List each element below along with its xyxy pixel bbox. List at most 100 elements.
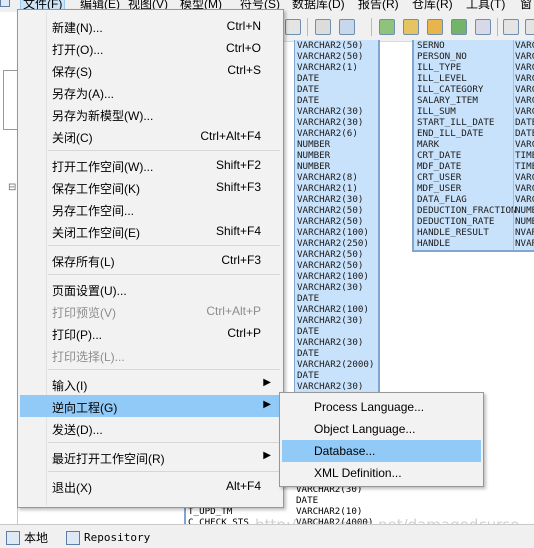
- submenu-item-object-language[interactable]: Object Language...: [282, 418, 481, 440]
- menu-item-open-workspace[interactable]: 打开工作空间(W)... Shift+F2: [20, 154, 281, 176]
- column-name: MDF_USER: [417, 183, 462, 194]
- column-name: MARK: [417, 139, 440, 150]
- column-type: VARCHAR2(2000): [297, 359, 375, 370]
- submenu-arrow-icon: ▶: [263, 399, 271, 410]
- menu-separator: [48, 150, 280, 151]
- menu-item-close-workspace[interactable]: 关闭工作空间(E) Shift+F4: [20, 220, 281, 242]
- menu-item-print[interactable]: 打印(P)... Ctrl+P: [20, 322, 281, 344]
- menu-item-label: 打印选择(L)...: [52, 350, 125, 364]
- column-type: VARCHAR2: [515, 51, 534, 62]
- paste-icon[interactable]: [525, 19, 534, 35]
- column-type: VARCHAR2(250): [297, 238, 369, 249]
- column-type: NVARCHAR2: [515, 227, 534, 238]
- column-type: DATE: [297, 95, 320, 106]
- arrow-icon[interactable]: [285, 19, 301, 35]
- copy-icon[interactable]: [503, 19, 519, 35]
- menu-item-save-all[interactable]: 保存所有(L) Ctrl+F3: [20, 249, 281, 271]
- table-icon[interactable]: [379, 19, 395, 35]
- menu-item-exit[interactable]: 退出(X) Alt+F4: [20, 475, 281, 497]
- menu-item-send[interactable]: 发送(D)...: [20, 417, 281, 439]
- folder-lock-icon[interactable]: [403, 19, 419, 35]
- submenu-arrow-icon: ▶: [263, 450, 271, 461]
- column-type: VARCHAR2(50): [297, 249, 364, 260]
- menu-item-page-setup[interactable]: 页面设置(U)...: [20, 278, 281, 300]
- menu-item-reverse-engineer[interactable]: 逆向工程(G) ▶: [20, 395, 281, 417]
- column-name: ILL_CATEGORY: [417, 84, 484, 95]
- menu-item-label: XML Definition...: [314, 466, 402, 480]
- column-name: START_ILL_DATE: [417, 117, 495, 128]
- toolbar-separator: [497, 18, 498, 36]
- menu-item-label: 另存为新模型(W)...: [52, 109, 154, 123]
- column-type: VARCHAR2(6): [297, 128, 358, 139]
- column-type: VARCHAR2(30): [297, 194, 364, 205]
- menu-item-label: 逆向工程(G): [52, 401, 118, 415]
- column-type: DATE: [297, 293, 320, 304]
- window-icon: [0, 0, 10, 7]
- column-type: VARCHAR2: [515, 62, 534, 73]
- column-type: NUMBER: [515, 205, 534, 216]
- menu-separator: [48, 471, 280, 472]
- column-name: CRT_USER: [417, 172, 462, 183]
- column-name: ILL_LEVEL: [417, 73, 467, 84]
- column-type: NUMBER: [297, 139, 331, 150]
- column-type: DATE: [297, 73, 320, 84]
- menu-database[interactable]: 数据库(D): [292, 0, 345, 12]
- menu-item-open[interactable]: 打开(O)... Ctrl+O: [20, 37, 281, 59]
- local-icon: [6, 530, 20, 545]
- toolbar: [283, 12, 534, 42]
- submenu-item-database[interactable]: Database...: [282, 440, 481, 462]
- tree-view: [3, 70, 17, 130]
- column-type: VARCHAR2(1): [297, 62, 358, 73]
- repository-icon: [66, 530, 80, 545]
- refresh-icon[interactable]: [451, 19, 467, 35]
- reverse-engineer-submenu: Process Language... Object Language... D…: [279, 392, 484, 487]
- database-icon[interactable]: [339, 19, 355, 35]
- menu-item-save-as[interactable]: 另存为(A)...: [20, 81, 281, 103]
- menu-window[interactable]: 窗: [520, 0, 532, 12]
- column-type: DATE: [296, 495, 319, 506]
- menu-item-label: 打开工作空间(W)...: [52, 160, 154, 174]
- menu-item-label: Object Language...: [314, 422, 416, 436]
- package-icon[interactable]: [427, 19, 443, 35]
- column-type: VARCHAR2: [515, 40, 534, 51]
- column-name: HANDLE: [417, 238, 451, 249]
- menu-item-save[interactable]: 保存(S) Ctrl+S: [20, 59, 281, 81]
- column-type: NUMBER: [297, 150, 331, 161]
- menu-item-shortcut: Ctrl+S: [227, 63, 261, 77]
- column-type: VARCHAR2(50): [297, 260, 364, 271]
- column-type: VARCHAR2(100): [297, 227, 369, 238]
- menu-item-shortcut: Shift+F2: [215, 158, 261, 172]
- menu-item-label: 保存所有(L): [52, 255, 115, 269]
- entity-table-2[interactable]: SERNO PERSON_NO ILL_TYPE ILL_LEVEL ILL_CATEG…: [412, 40, 534, 252]
- menu-item-close[interactable]: 关闭(C) Ctrl+Alt+F4: [20, 125, 281, 147]
- column-type: NVARCHAR2: [515, 238, 534, 249]
- menu-item-label: 关闭工作空间(E): [52, 226, 140, 240]
- toolbar-separator: [371, 18, 372, 36]
- menu-item-recent-workspaces[interactable]: 最近打开工作空间(R) ▶: [20, 446, 281, 468]
- menu-item-shortcut: Ctrl+F3: [221, 253, 261, 267]
- menu-repository[interactable]: 仓库(R): [412, 0, 453, 12]
- menu-report[interactable]: 报告(R): [358, 0, 399, 12]
- menu-item-save-as-new-model[interactable]: 另存为新模型(W)...: [20, 103, 281, 125]
- tab-local[interactable]: 本地: [6, 528, 48, 547]
- column-type: DATE: [297, 370, 320, 381]
- column-name: CRT_DATE: [417, 150, 462, 161]
- link-icon[interactable]: [315, 19, 331, 35]
- column-type: DATE: [297, 348, 320, 359]
- menu-item-save-workspace[interactable]: 保存工作空间(K) Shift+F3: [20, 176, 281, 198]
- menu-item-import[interactable]: 输入(I) ▶: [20, 373, 281, 395]
- tab-label: Repository: [84, 531, 151, 544]
- menu-item-save-workspace-as[interactable]: 另存工作空间...: [20, 198, 281, 220]
- tab-repository[interactable]: Repository: [66, 528, 150, 547]
- browser-pane: ⊟: [0, 42, 18, 524]
- column-type: DATE: [297, 326, 320, 337]
- submenu-item-process-language[interactable]: Process Language...: [282, 396, 481, 418]
- submenu-item-xml-definition[interactable]: XML Definition...: [282, 462, 481, 484]
- menu-item-print-preview: 打印预览(V) Ctrl+Alt+P: [20, 300, 281, 322]
- column-type: VARCHAR2(1): [297, 183, 358, 194]
- menu-item-new[interactable]: 新建(N)... Ctrl+N: [20, 15, 281, 37]
- menu-tools[interactable]: 工具(T): [466, 0, 505, 12]
- tree-expander-icon[interactable]: ⊟: [8, 182, 16, 193]
- column-type: VARCHAR2(30): [297, 117, 364, 128]
- edit-icon[interactable]: [475, 19, 491, 35]
